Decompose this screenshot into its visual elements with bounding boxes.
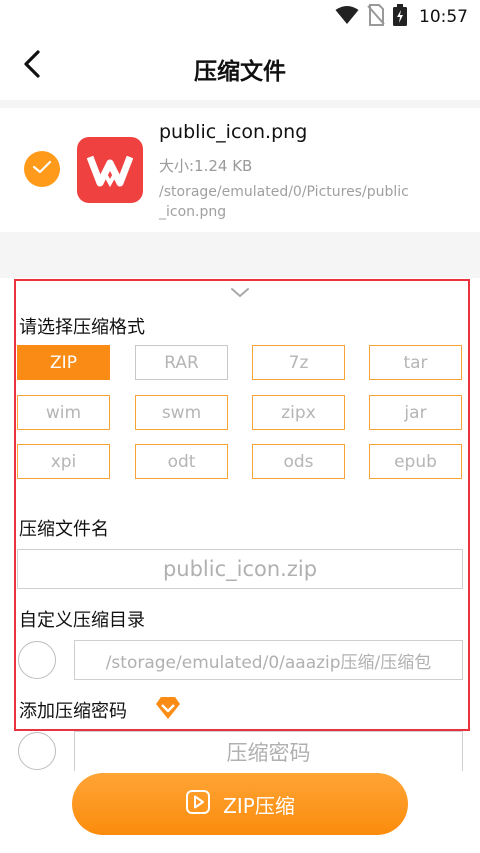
file-name: public_icon.png bbox=[159, 121, 308, 143]
filename-input[interactable]: public_icon.zip bbox=[17, 549, 463, 589]
status-icons: 10:57 bbox=[335, 4, 468, 30]
directory-section-label: 自定义压缩目录 bbox=[19, 610, 145, 631]
file-select-checkbox[interactable] bbox=[24, 151, 60, 187]
format-section-label: 请选择压缩格式 bbox=[19, 317, 145, 338]
format-option-epub[interactable]: epub bbox=[369, 444, 462, 479]
battery-charging-icon bbox=[393, 4, 407, 30]
wps-app-icon bbox=[77, 137, 143, 203]
format-option-zip[interactable]: ZIP bbox=[17, 345, 110, 380]
password-section-label: 添加压缩密码 bbox=[19, 701, 127, 722]
format-option-rar[interactable]: RAR bbox=[135, 345, 228, 380]
password-input[interactable]: 压缩密码 bbox=[74, 731, 463, 771]
format-option-odt[interactable]: odt bbox=[135, 444, 228, 479]
wifi-icon bbox=[335, 5, 359, 29]
chevron-down-icon[interactable] bbox=[228, 285, 252, 301]
format-option-jar[interactable]: jar bbox=[369, 395, 462, 430]
page-title: 压缩文件 bbox=[194, 59, 286, 85]
zip-compress-button[interactable]: ZIP压缩 bbox=[72, 773, 408, 835]
file-card: public_icon.png 大小:1.24 KB /storage/emul… bbox=[0, 108, 480, 232]
format-option-7z[interactable]: 7z bbox=[252, 345, 345, 380]
no-sim-icon bbox=[367, 4, 385, 30]
format-option-zipx[interactable]: zipx bbox=[252, 395, 345, 430]
directory-input[interactable]: /storage/emulated/0/aaazip压缩/压缩包 bbox=[74, 640, 463, 680]
custom-directory-radio[interactable] bbox=[18, 641, 56, 679]
app-header: 压缩文件 bbox=[0, 34, 480, 100]
file-size: 大小:1.24 KB bbox=[159, 157, 253, 175]
format-option-xpi[interactable]: xpi bbox=[17, 444, 110, 479]
status-bar: 10:57 bbox=[0, 0, 480, 34]
status-time: 10:57 bbox=[419, 7, 468, 27]
format-option-tar[interactable]: tar bbox=[369, 345, 462, 380]
vip-diamond-icon bbox=[155, 696, 181, 720]
format-option-ods[interactable]: ods bbox=[252, 444, 345, 479]
format-option-swm[interactable]: swm bbox=[135, 395, 228, 430]
format-option-wim[interactable]: wim bbox=[17, 395, 110, 430]
file-path: /storage/emulated/0/Pictures/public_icon… bbox=[159, 184, 409, 220]
password-radio[interactable] bbox=[18, 732, 56, 770]
play-icon bbox=[185, 789, 211, 820]
check-icon bbox=[32, 159, 52, 179]
filename-section-label: 压缩文件名 bbox=[19, 519, 109, 540]
zip-compress-label: ZIP压缩 bbox=[223, 793, 295, 818]
